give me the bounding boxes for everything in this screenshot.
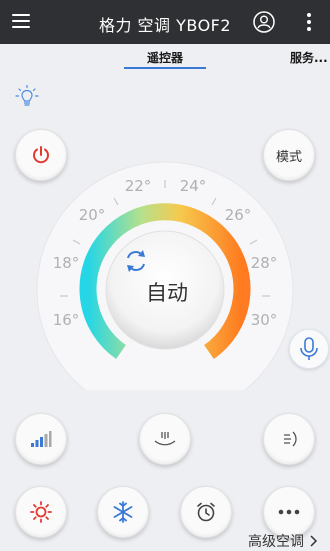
bulb-icon[interactable] (14, 84, 40, 110)
swing-vertical-icon (154, 432, 176, 446)
signal-strength-icon (31, 431, 52, 447)
tick-16: 16° (53, 311, 80, 329)
tick-18: 18° (53, 254, 80, 272)
tick-22: 22° (125, 177, 152, 195)
alarm-clock-icon (197, 502, 215, 522)
more-horizontal-icon (278, 509, 300, 515)
swing-horizontal-button[interactable] (263, 413, 315, 465)
microphone-icon (300, 337, 318, 360)
swing-horizontal-icon (284, 431, 297, 447)
device-title: 格力 空调 YBOF2 (98, 16, 232, 35)
tab-service[interactable]: 服务... (290, 49, 330, 66)
heat-mode-button[interactable] (15, 486, 67, 538)
tick-30: 30° (251, 311, 278, 329)
fan-speed-button[interactable] (15, 413, 67, 465)
advanced-ac-link[interactable]: 高级空调 (248, 531, 318, 551)
tick-20: 20° (79, 206, 106, 224)
snowflake-icon (113, 501, 133, 523)
tick-28: 28° (251, 254, 278, 272)
swing-vertical-button[interactable] (139, 413, 191, 465)
tab-bar: 遥控器 服务... (0, 44, 330, 74)
cool-mode-button[interactable] (97, 486, 149, 538)
mode-text: 自动 (146, 281, 188, 305)
advanced-ac-label: 高级空调 (248, 534, 304, 550)
sun-icon (30, 501, 52, 523)
tab-active-indicator (124, 67, 206, 69)
tick-24: 24° (180, 177, 207, 195)
top-bar: 格力 空调 YBOF2 (0, 0, 330, 44)
more-vertical-icon[interactable] (300, 12, 318, 32)
chevron-right-icon (310, 535, 318, 547)
timer-button[interactable] (180, 486, 232, 538)
tick-26: 26° (225, 206, 252, 224)
user-icon[interactable] (253, 11, 275, 33)
tab-remote[interactable]: 遥控器 (124, 49, 206, 66)
voice-button[interactable] (289, 329, 329, 369)
temperature-dial[interactable]: 自动 16° 18° 20° 22° 24° 26° 28° 30° (0, 150, 330, 390)
